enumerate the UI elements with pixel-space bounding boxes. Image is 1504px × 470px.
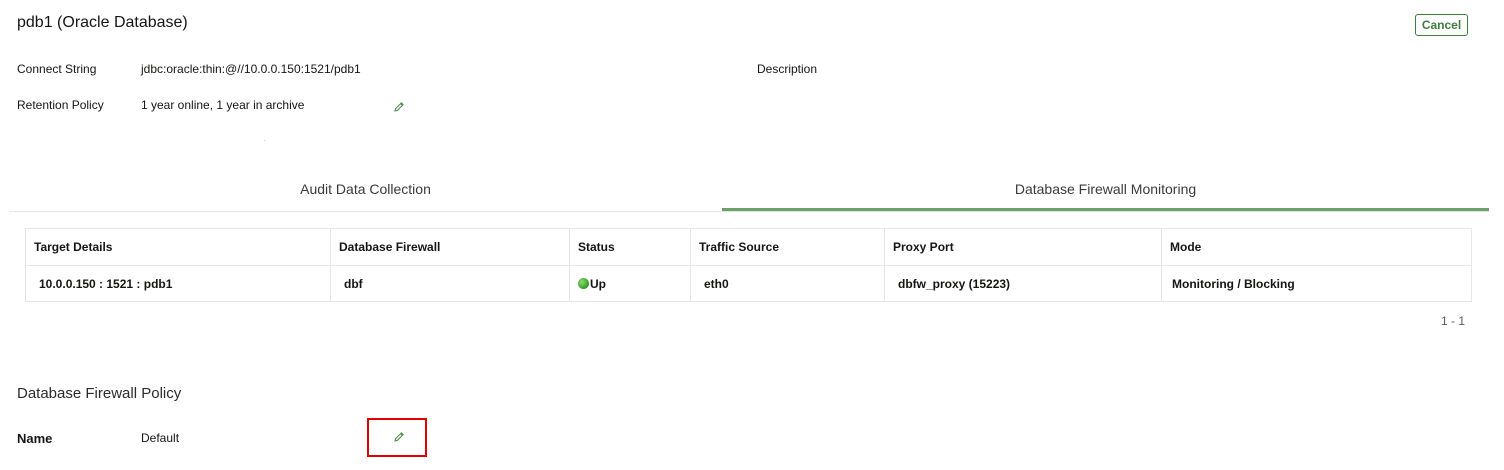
column-header-traffic-source[interactable]: Traffic Source: [690, 228, 885, 266]
status-up-icon: [578, 277, 589, 289]
policy-name-value: Default: [141, 431, 180, 445]
cell-proxy-port: dbfw_proxy (15223): [884, 265, 1162, 302]
cell-database-firewall: dbf: [330, 265, 570, 302]
column-header-target-details[interactable]: Target Details: [25, 228, 331, 266]
connect-string-value: jdbc:oracle:thin:@//10.0.0.150:1521/pdb1: [141, 62, 361, 76]
divider-mark: [264, 140, 265, 141]
cancel-button[interactable]: Cancel: [1415, 14, 1468, 36]
retention-policy-label: Retention Policy: [17, 98, 104, 112]
cell-mode: Monitoring / Blocking: [1172, 276, 1295, 291]
table-row[interactable]: 10.0.0.150 : 1521 : pdb1 dbf Up eth0 dbf…: [25, 265, 1472, 302]
column-header-database-firewall[interactable]: Database Firewall: [330, 228, 570, 266]
tab-audit-data-collection[interactable]: Audit Data Collection: [9, 170, 722, 208]
tab-bar: Audit Data Collection Database Firewall …: [9, 170, 1489, 212]
cell-target-details: 10.0.0.150 : 1521 : pdb1: [25, 265, 331, 302]
retention-policy-value: 1 year online, 1 year in archive: [141, 98, 305, 112]
edit-policy-pencil-icon[interactable]: [393, 431, 405, 443]
pagination-range: 1 - 1: [1441, 314, 1466, 328]
column-header-mode[interactable]: Mode: [1161, 228, 1472, 266]
cell-traffic-source: eth0: [690, 265, 885, 302]
tab-database-firewall-monitoring[interactable]: Database Firewall Monitoring: [722, 170, 1489, 211]
firewall-monitoring-table: Target Details Database Firewall Status …: [25, 228, 1472, 302]
column-header-status[interactable]: Status: [569, 228, 691, 266]
status-text: Up: [590, 276, 606, 291]
table-header-row: Target Details Database Firewall Status …: [25, 228, 1472, 266]
policy-name-label: Name: [17, 431, 53, 446]
description-label: Description: [757, 62, 818, 76]
column-header-proxy-port[interactable]: Proxy Port: [884, 228, 1162, 266]
target-details-page: pdb1 (Oracle Database) Cancel Connect St…: [0, 0, 1504, 470]
connect-string-label: Connect String: [17, 62, 97, 76]
edit-retention-pencil-icon[interactable]: [393, 101, 405, 113]
page-title: pdb1 (Oracle Database): [17, 14, 188, 31]
firewall-policy-section-title: Database Firewall Policy: [17, 385, 182, 402]
cell-status: Up: [569, 265, 691, 302]
